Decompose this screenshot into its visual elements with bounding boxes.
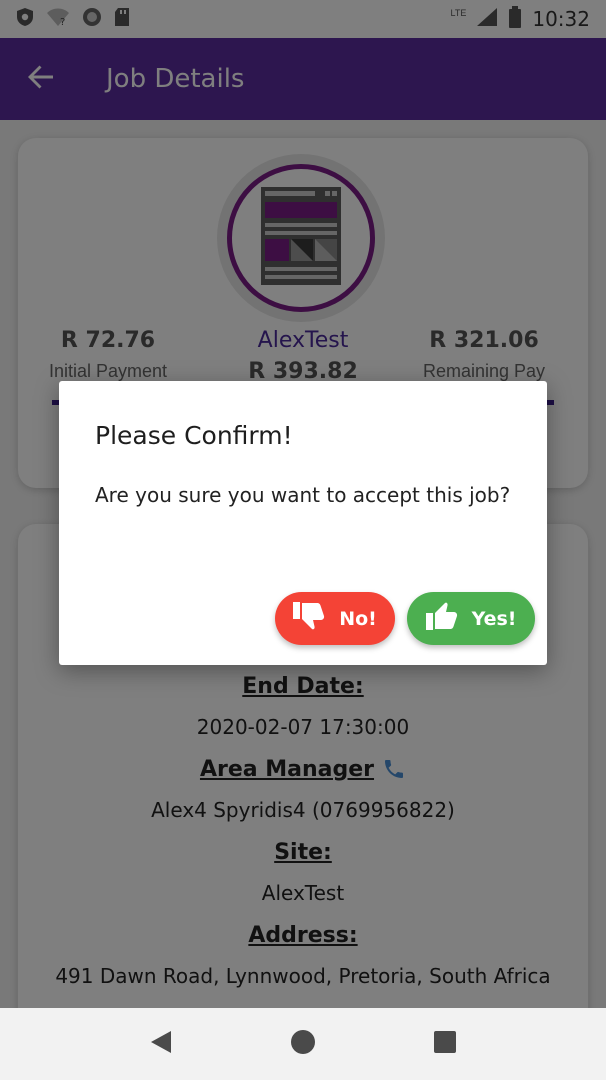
thumbs-up-icon	[425, 601, 460, 636]
nav-recents-button[interactable]	[415, 1014, 475, 1074]
home-circle-icon	[290, 1029, 316, 1060]
confirm-dialog: Please Confirm! Are you sure you want to…	[59, 381, 547, 665]
nav-home-button[interactable]	[273, 1014, 333, 1074]
back-triangle-icon	[150, 1030, 172, 1059]
recents-square-icon	[434, 1030, 456, 1058]
yes-button[interactable]: Yes!	[407, 592, 535, 645]
dialog-message: Are you sure you want to accept this job…	[95, 483, 511, 507]
thumbs-down-icon	[293, 601, 327, 636]
nav-back-button[interactable]	[131, 1014, 191, 1074]
yes-button-label: Yes!	[471, 607, 517, 630]
dialog-title: Please Confirm!	[95, 421, 293, 450]
no-button-label: No!	[339, 607, 377, 630]
system-nav-bar	[0, 1008, 606, 1080]
no-button[interactable]: No!	[275, 592, 395, 645]
